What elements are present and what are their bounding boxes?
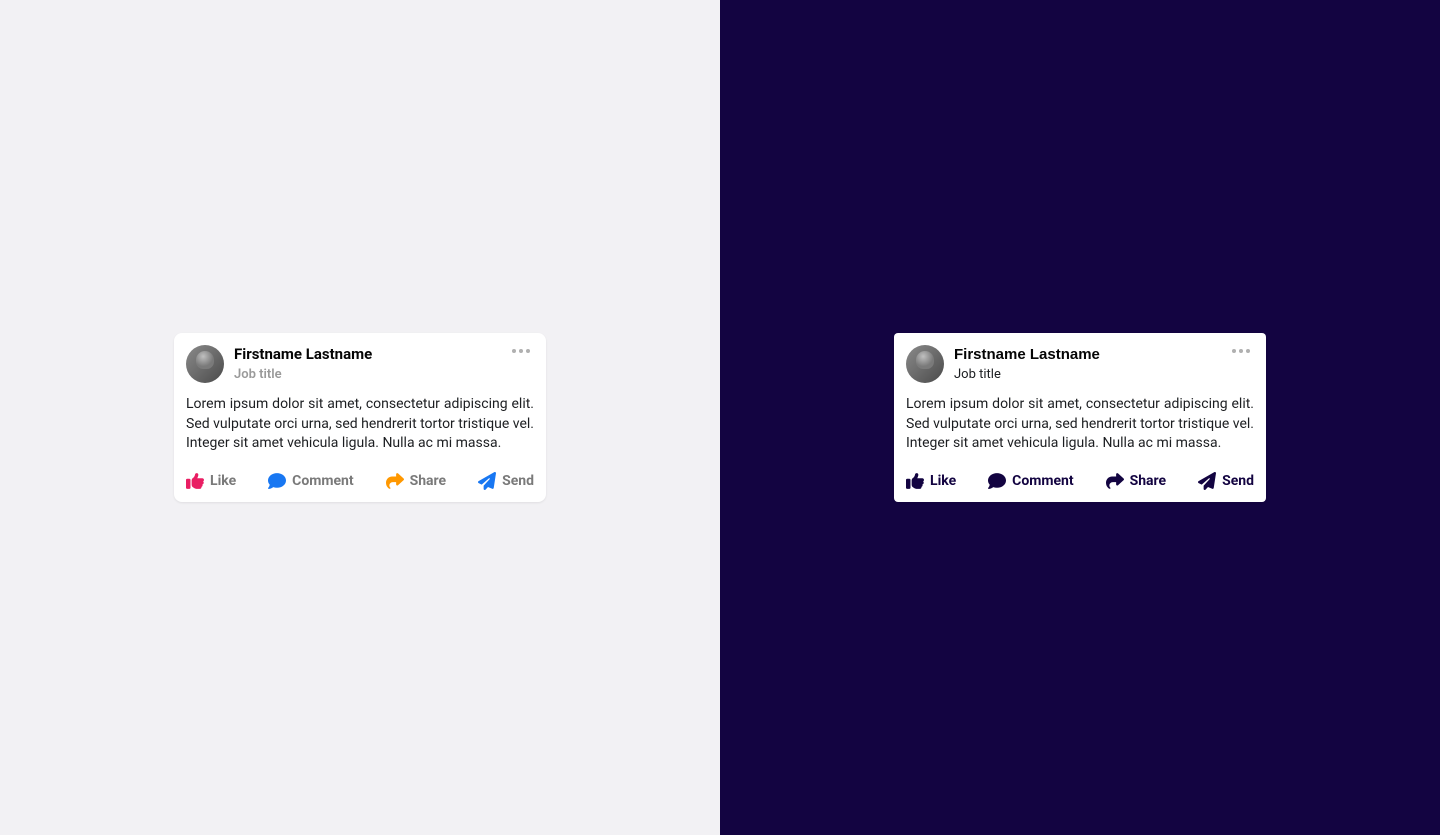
post-card-dark: Firstname Lastname Job title Lorem ipsum… — [894, 333, 1266, 502]
share-button[interactable]: Share — [1106, 472, 1167, 490]
light-panel: Firstname Lastname Job title Lorem ipsum… — [0, 0, 720, 835]
dot-icon — [1232, 349, 1236, 353]
post-card-light: Firstname Lastname Job title Lorem ipsum… — [174, 333, 546, 502]
card-actions: Like Comment Share Send — [186, 472, 534, 490]
author-subtitle: Job title — [954, 367, 1218, 382]
paper-plane-icon — [478, 472, 496, 490]
like-label: Like — [210, 473, 236, 489]
like-button[interactable]: Like — [186, 472, 236, 490]
avatar[interactable] — [906, 345, 944, 383]
more-menu-button[interactable] — [508, 345, 534, 357]
dot-icon — [1239, 349, 1243, 353]
dot-icon — [1246, 349, 1250, 353]
share-label: Share — [1130, 473, 1167, 489]
header-text: Firstname Lastname Job title — [234, 345, 498, 382]
comment-icon — [268, 472, 286, 490]
avatar[interactable] — [186, 345, 224, 383]
paper-plane-icon — [1198, 472, 1216, 490]
post-body: Lorem ipsum dolor sit amet, consectetur … — [186, 395, 534, 454]
like-label: Like — [930, 473, 956, 489]
send-button[interactable]: Send — [478, 472, 534, 490]
card-header: Firstname Lastname Job title — [906, 345, 1254, 383]
post-body: Lorem ipsum dolor sit amet, consectetur … — [906, 395, 1254, 454]
card-actions: Like Comment Share Send — [906, 472, 1254, 490]
share-button[interactable]: Share — [386, 472, 447, 490]
author-name[interactable]: Firstname Lastname — [954, 345, 1218, 365]
like-button[interactable]: Like — [906, 472, 956, 490]
more-menu-button[interactable] — [1228, 345, 1254, 357]
dot-icon — [519, 349, 523, 353]
comment-button[interactable]: Comment — [988, 472, 1073, 490]
thumbs-up-icon — [906, 472, 924, 490]
dot-icon — [512, 349, 516, 353]
thumbs-up-icon — [186, 472, 204, 490]
send-label: Send — [1222, 473, 1254, 489]
comment-button[interactable]: Comment — [268, 472, 353, 490]
card-header: Firstname Lastname Job title — [186, 345, 534, 383]
comment-icon — [988, 472, 1006, 490]
comment-label: Comment — [1012, 473, 1073, 489]
send-label: Send — [502, 473, 534, 489]
comment-label: Comment — [292, 473, 353, 489]
author-name[interactable]: Firstname Lastname — [234, 345, 498, 365]
share-icon — [386, 472, 404, 490]
dot-icon — [526, 349, 530, 353]
author-subtitle: Job title — [234, 367, 498, 382]
dark-panel: Firstname Lastname Job title Lorem ipsum… — [720, 0, 1440, 835]
send-button[interactable]: Send — [1198, 472, 1254, 490]
share-label: Share — [410, 473, 447, 489]
share-icon — [1106, 472, 1124, 490]
header-text: Firstname Lastname Job title — [954, 345, 1218, 382]
